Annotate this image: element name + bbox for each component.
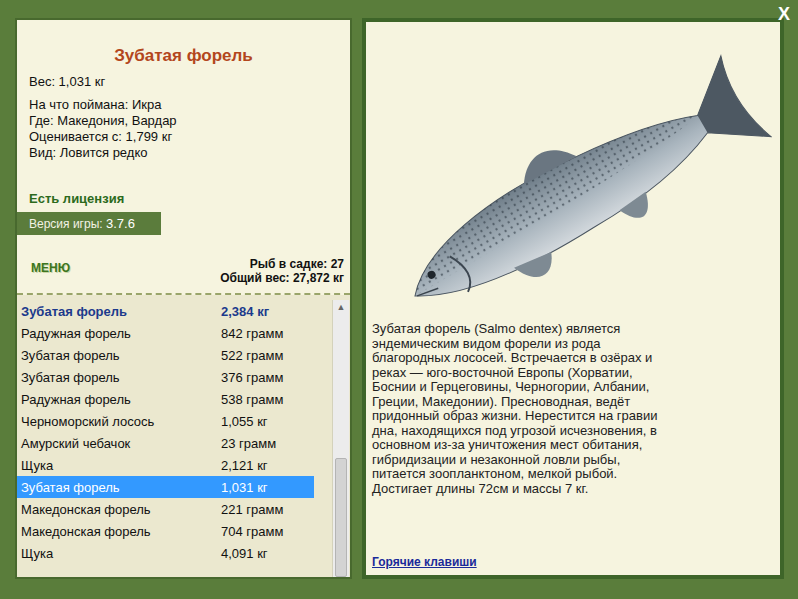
scroll-thumb[interactable] [335,458,347,577]
catch-name: Македонская форель [21,502,221,517]
catch-name: Зубатая форель [21,370,221,385]
catch-weight: 376 грамм [221,370,332,385]
catch-row[interactable]: Радужная форель538 грамм [17,388,332,410]
fish-picture [372,28,772,318]
fish-title: Зубатая форель [17,20,350,72]
catch-row[interactable]: Черноморский лосось1,055 кг [17,410,332,432]
cage-summary: Рыб в садке: 27Общий вес: 27,872 кг [220,257,344,285]
catch-name: Радужная форель [21,392,221,407]
catch-weight: 1,055 кг [221,414,332,429]
catch-weight: 842 грамм [221,326,332,341]
menu-button[interactable]: МЕНЮ [31,261,70,285]
version-bar: Версия игры: 3.7.6 [17,212,161,235]
close-button[interactable]: X [778,4,790,25]
fish-detail: Оценивается с: 1,799 кг [17,129,350,145]
catch-row[interactable]: Щука2,121 кг [17,454,332,476]
scrollbar[interactable]: ▲ [332,300,349,577]
catch-name: Зубатая форель [21,304,221,319]
catch-name: Амурский чебачок [21,436,221,451]
catch-row[interactable]: Радужная форель842 грамм [17,322,332,344]
scroll-space [333,314,349,458]
catch-row[interactable]: Зубатая форель522 грамм [17,344,332,366]
fish-card: Зубатая форельВес: 1,031 кгНа что пойман… [17,20,350,295]
info-panel: Зубатая форель (Salmo dentex) является э… [362,18,784,579]
catch-name: Зубатая форель [21,480,221,495]
catch-row[interactable]: Зубатая форель376 грамм [17,366,332,388]
catch-weight: 704 грамм [221,524,332,539]
catch-row[interactable]: Македонская форель221 грамм [17,498,332,520]
fish-detail: Где: Македония, Вардар [17,113,350,129]
catch-row[interactable]: Зубатая форель2,384 кг [17,300,332,322]
fish-description: Зубатая форель (Salmo dentex) является э… [372,318,672,496]
catch-weight: 2,121 кг [221,458,332,473]
catch-weight: 23 грамм [221,436,332,451]
catch-weight: 221 грамм [221,502,332,517]
version-label: Версия игры: [29,217,103,231]
catch-rows: Зубатая форель2,384 кгРадужная форель842… [17,300,332,577]
fish-weight: Вес: 1,031 кг [17,72,350,97]
catch-weight: 2,384 кг [221,304,332,319]
catch-name: Радужная форель [21,326,221,341]
catch-row[interactable]: Амурский чебачок23 грамм [17,432,332,454]
catch-name: Щука [21,458,221,473]
catch-name: Македонская форель [21,524,221,539]
spacer [372,496,772,555]
catch-name: Зубатая форель [21,348,221,363]
catch-weight: 1,031 кг [221,480,314,495]
menu-row: МЕНЮ Рыб в садке: 27Общий вес: 27,872 кг [17,235,350,287]
license-label: Есть лицензия [17,161,350,212]
version-number: 3.7.6 [106,216,135,231]
cage-total: Общий вес: 27,872 кг [220,271,344,285]
hotkeys-link[interactable]: Горячие клавиши [372,555,772,571]
catch-weight: 538 грамм [221,392,332,407]
catch-list: Зубатая форель2,384 кгРадужная форель842… [17,295,350,577]
catch-row[interactable]: Македонская форель704 грамм [17,520,332,542]
scroll-up-icon[interactable]: ▲ [333,300,349,314]
fish-icon [372,28,772,318]
catch-row[interactable]: Щука4,091 кг [17,542,332,564]
catch-name: Черноморский лосось [21,414,221,429]
catch-weight: 4,091 кг [221,546,332,561]
catch-weight: 522 грамм [221,348,332,363]
fish-detail: На что поймана: Икра [17,97,350,113]
fish-detail: Вид: Ловится редко [17,145,350,161]
cage-count: Рыб в садке: 27 [220,257,344,271]
catch-name: Щука [21,546,221,561]
game-window: Зубатая форельВес: 1,031 кгНа что пойман… [0,0,798,599]
catch-row[interactable]: Зубатая форель1,031 кг [17,476,314,498]
catch-panel: Зубатая форельВес: 1,031 кгНа что пойман… [15,18,352,579]
